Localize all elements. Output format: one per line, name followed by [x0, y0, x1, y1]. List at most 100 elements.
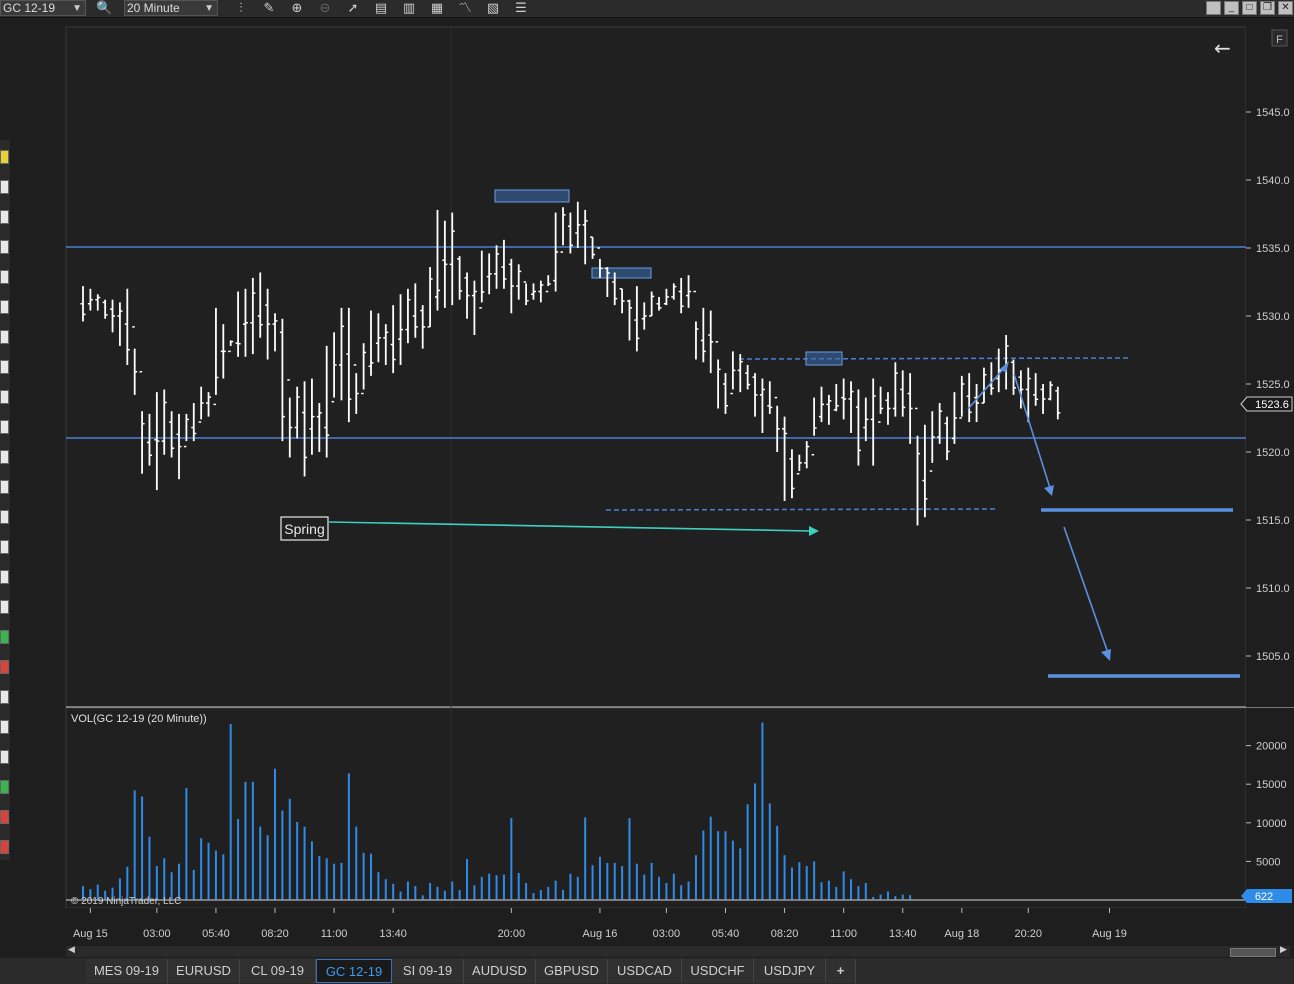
time-tick-label: 05:40: [712, 928, 740, 940]
dashed-lower-level[interactable]: [605, 508, 997, 511]
tab-si[interactable]: SI 09-19: [392, 959, 464, 983]
price-tick-label: 1545.0: [1256, 107, 1290, 119]
volume-pane[interactable]: [65, 707, 1247, 909]
instrument-value: GC 12-19: [3, 1, 56, 15]
test-marker-box[interactable]: [805, 351, 843, 366]
tool-green-icon[interactable]: [0, 780, 9, 794]
tool-fib-icon[interactable]: [0, 450, 9, 464]
tool-arrow-icon[interactable]: [0, 330, 9, 344]
scroll-left-icon[interactable]: ◀: [68, 944, 75, 955]
chevron-down-icon: ▼: [204, 3, 214, 14]
tool-hline-icon[interactable]: [0, 390, 9, 404]
last-price-label: 1523.6: [1255, 399, 1289, 411]
tool-circle-icon[interactable]: [0, 720, 9, 734]
volume-label: VOL(GC 12-19 (20 Minute)): [71, 713, 207, 725]
volume-tick-label: 15000: [1256, 779, 1287, 791]
zoom-out-icon[interactable]: ⊖: [318, 1, 332, 15]
volume-tick-label: 5000: [1256, 856, 1280, 868]
time-tick-label: 13:40: [889, 928, 917, 940]
instrument-tab-bar: MES 09-19 EURUSD CL 09-19 GC 12-19 SI 09…: [0, 958, 1294, 984]
chart-svg[interactable]: 1545.0 1540.0 1535.0 1530.0 1525.0 1520.0 1515…: [0, 0, 1294, 984]
price-axis[interactable]: [1246, 27, 1294, 707]
price-tick-label: 1540.0: [1256, 175, 1290, 187]
time-tick-label: 20:20: [1015, 928, 1043, 940]
time-tick-label: 03:00: [143, 928, 171, 940]
tab-gc[interactable]: GC 12-19: [316, 959, 392, 983]
time-tick-label: 05:40: [202, 928, 230, 940]
tool-square-icon[interactable]: [0, 750, 9, 764]
instrument-selector[interactable]: GC 12-19 ▼: [0, 0, 86, 16]
interval-selector[interactable]: 20 Minute ▼: [124, 0, 218, 16]
scroll-thumb[interactable]: [1230, 948, 1276, 957]
dashed-upper-level[interactable]: [738, 357, 1131, 360]
tool-box-icon[interactable]: [0, 210, 9, 224]
tab-usdchf[interactable]: USDCHF: [682, 959, 754, 983]
tool-eraser-icon[interactable]: [0, 840, 9, 854]
price-pane[interactable]: [65, 26, 1247, 708]
volume-tick-label: 10000: [1256, 818, 1287, 830]
time-tick-label: 11:00: [321, 928, 348, 940]
tool-arrow-up-icon[interactable]: [0, 630, 9, 644]
f-button-label: F: [1276, 34, 1283, 46]
time-tick-label: 08:20: [261, 928, 289, 940]
properties-icon[interactable]: ☰: [514, 1, 528, 15]
tool-ray-icon[interactable]: [0, 360, 9, 374]
tool-box2-icon[interactable]: [0, 240, 9, 254]
tab-cl[interactable]: CL 09-19: [240, 959, 316, 983]
high-marker-box[interactable]: [494, 189, 570, 203]
tool-red-icon[interactable]: [0, 810, 9, 824]
add-tab-button[interactable]: +: [826, 959, 856, 983]
window-tile-button[interactable]: [1206, 1, 1221, 15]
minimize-button[interactable]: _: [1224, 1, 1239, 15]
maximize-button[interactable]: □: [1242, 1, 1257, 15]
indicators-icon[interactable]: 〽: [458, 1, 472, 15]
zoom-in-icon[interactable]: ⊕: [290, 1, 304, 15]
tool-arrow-down-icon[interactable]: [0, 660, 9, 674]
strategies-icon[interactable]: ▧: [486, 1, 500, 15]
tool-dot-icon[interactable]: [0, 270, 9, 284]
time-tick-label: Aug 15: [73, 928, 108, 940]
tool-pen-icon[interactable]: [0, 480, 9, 494]
price-tick-label: 1530.0: [1256, 311, 1290, 323]
price-tick-label: 1515.0: [1256, 515, 1290, 527]
scroll-right-icon[interactable]: ▶: [1280, 944, 1287, 955]
tab-usdcad[interactable]: USDCAD: [608, 959, 682, 983]
chevron-down-icon: ▼: [72, 3, 82, 14]
tab-audusd[interactable]: AUDUSD: [464, 959, 536, 983]
time-tick-label: Aug 19: [1092, 928, 1127, 940]
price-tick-label: 1535.0: [1256, 243, 1290, 255]
tool-cursor-icon[interactable]: [0, 180, 9, 194]
volume-axis[interactable]: [1246, 708, 1294, 908]
back-arrow-icon[interactable]: ←: [1214, 36, 1231, 60]
restore-button[interactable]: ❐: [1260, 1, 1275, 15]
price-tick-label: 1510.0: [1256, 583, 1290, 595]
chart-icon[interactable]: ▦: [430, 1, 444, 15]
drawing-tools-strip: [0, 140, 10, 860]
time-tick-label: 03:00: [653, 928, 681, 940]
tab-eurusd[interactable]: EURUSD: [168, 959, 240, 983]
tab-gbpusd[interactable]: GBPUSD: [536, 959, 608, 983]
horizontal-scrollbar[interactable]: ◀ ▶: [66, 944, 1290, 957]
tool-highlight-icon[interactable]: [0, 150, 9, 164]
tool-line-icon[interactable]: [0, 300, 9, 314]
tool-vline-icon[interactable]: [0, 420, 9, 434]
tool-rect-icon[interactable]: [0, 540, 9, 554]
pencil-icon[interactable]: ✎: [262, 1, 276, 15]
volume-tick-label: 20000: [1256, 741, 1287, 753]
bars-style-icon[interactable]: ⫶: [234, 1, 248, 15]
spring-label: Spring: [284, 521, 324, 537]
tool-diamond-icon[interactable]: [0, 690, 9, 704]
interval-value: 20 Minute: [127, 1, 180, 15]
close-button[interactable]: ✕: [1278, 1, 1293, 15]
pointer-icon[interactable]: ➚: [346, 1, 360, 15]
tool-triangle-icon[interactable]: [0, 570, 9, 584]
tool-text-icon[interactable]: [0, 600, 9, 614]
copyright-text: © 2019 NinjaTrader, LLC: [71, 896, 181, 907]
search-icon[interactable]: 🔍: [96, 1, 112, 15]
time-tick-label: Aug 16: [583, 928, 618, 940]
tool-ellipse-icon[interactable]: [0, 510, 9, 524]
data-box-icon[interactable]: ▤: [374, 1, 388, 15]
tab-usdjpy[interactable]: USDJPY: [754, 959, 826, 983]
templates-icon[interactable]: ▥: [402, 1, 416, 15]
tab-mes[interactable]: MES 09-19: [86, 959, 168, 983]
